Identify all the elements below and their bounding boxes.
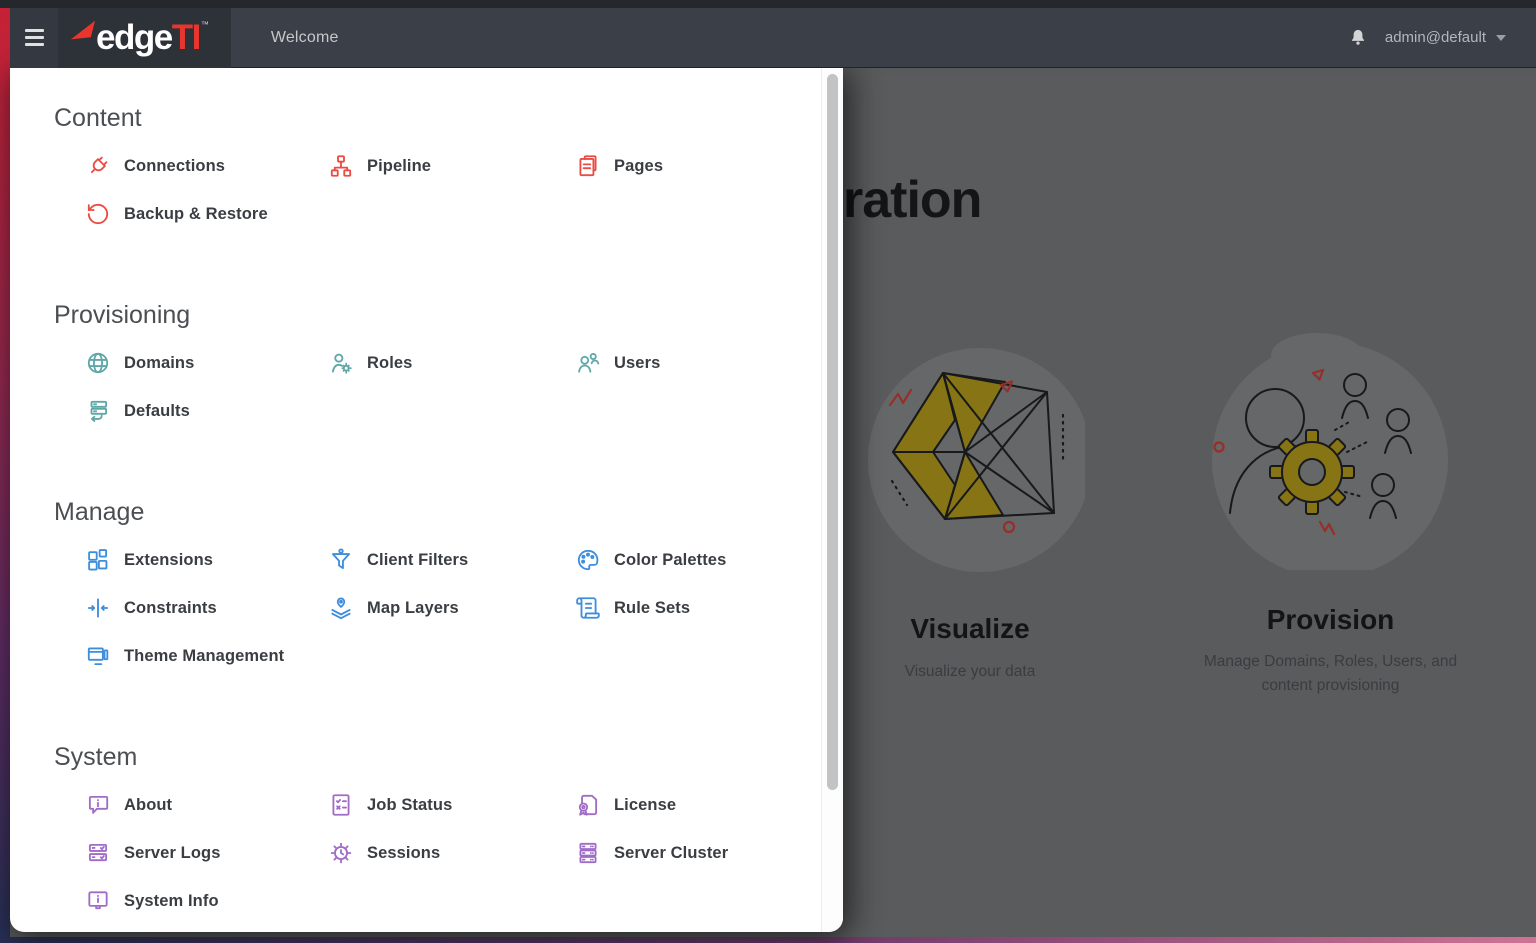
menu-item-extensions[interactable]: Extensions (85, 545, 328, 575)
menu-item-rule-sets[interactable]: Rule Sets (575, 593, 819, 623)
scroll-icon (575, 595, 601, 621)
menu-item-license[interactable]: License (575, 790, 819, 820)
funnel-user-icon (328, 547, 354, 573)
section-title-manage: Manage (54, 498, 145, 526)
drawer-scrollbar-track (821, 68, 843, 932)
constraints-icon (85, 595, 111, 621)
menu-item-roles[interactable]: Roles (328, 348, 575, 378)
card-subtitle-visualize: Visualize your data (904, 663, 1036, 680)
menu-item-theme-management[interactable]: Theme Management (85, 641, 328, 671)
menu-item-about[interactable]: About (85, 790, 328, 820)
map-layers-icon (328, 595, 354, 621)
menu-item-constraints[interactable]: Constraints (85, 593, 328, 623)
server-restore-icon (85, 398, 111, 424)
bottom-gradient-bar (0, 937, 1536, 943)
section-title-provisioning: Provisioning (54, 301, 191, 329)
menu-item-sessions[interactable]: Sessions (328, 838, 575, 868)
navigation-drawer: Content Connections Pipeline Pages Backu… (10, 68, 843, 932)
users-icon (575, 350, 601, 376)
username: admin@default (1384, 29, 1486, 46)
section-system: System About Job Status License Server L… (54, 742, 819, 916)
user-menu[interactable]: admin@default (1385, 29, 1506, 46)
chevron-down-icon (1496, 34, 1506, 41)
brand-triangle-icon (70, 20, 96, 39)
menu-item-server-cluster[interactable]: Server Cluster (575, 838, 819, 868)
notifications-button[interactable] (1347, 26, 1369, 50)
card-subtitle-provision: Manage Domains, Roles, Users, and conten… (1203, 653, 1458, 694)
server-check-icon (85, 840, 111, 866)
brand-logo[interactable]: edge TI ™ (58, 7, 231, 68)
server-stack-icon (575, 840, 601, 866)
menu-item-system-info[interactable]: System Info (85, 886, 328, 916)
menu-item-color-palettes[interactable]: Color Palettes (575, 545, 819, 575)
hamburger-icon[interactable] (10, 7, 58, 68)
certificate-icon (575, 792, 601, 818)
pages-icon (575, 153, 601, 179)
brand-word: edge (96, 17, 173, 57)
menu-item-pages[interactable]: Pages (575, 151, 819, 181)
page-label: Welcome (270, 28, 339, 46)
section-title-content: Content (54, 104, 142, 132)
restore-arrow-icon (85, 201, 111, 227)
user-gear-icon (328, 350, 354, 376)
blocks-icon (85, 547, 111, 573)
menu-item-job-status[interactable]: Job Status (328, 790, 575, 820)
visualize-illustration (868, 348, 1085, 572)
plug-icon (85, 153, 111, 179)
menu-item-domains[interactable]: Domains (85, 348, 328, 378)
theme-windows-icon (85, 643, 111, 669)
drawer-scrollbar-thumb[interactable] (827, 74, 838, 790)
menu-item-connections[interactable]: Connections (85, 151, 328, 181)
top-bar: edge TI ™ Welcome admin@default (0, 0, 1536, 68)
section-manage: Manage Extensions Client Filters Color P… (54, 497, 819, 671)
card-title-provision: Provision (1266, 604, 1395, 635)
menu-item-map-layers[interactable]: Map Layers (328, 593, 575, 623)
card-title-visualize: Visualize (910, 613, 1030, 644)
background-sidebar-edge (0, 8, 10, 937)
monitor-info-icon (85, 888, 111, 914)
globe-icon (85, 350, 111, 376)
section-title-system: System (54, 743, 138, 771)
bell-icon (1351, 29, 1364, 45)
menu-item-client-filters[interactable]: Client Filters (328, 545, 575, 575)
section-provisioning: Provisioning Domains Roles Users Default… (54, 300, 819, 426)
speech-info-icon (85, 792, 111, 818)
app-root: ration Visualize Visualize your data Pro… (0, 0, 1536, 943)
page-title-fragment: ration (843, 171, 982, 229)
brand-accent: TI (171, 17, 202, 57)
org-chart-icon (328, 153, 354, 179)
brand-trademark: ™ (200, 20, 209, 29)
menu-item-pipeline[interactable]: Pipeline (328, 151, 575, 181)
menu-item-defaults[interactable]: Defaults (85, 396, 328, 426)
menu-item-server-logs[interactable]: Server Logs (85, 838, 328, 868)
menu-item-users[interactable]: Users (575, 348, 819, 378)
provision-illustration (1212, 333, 1448, 570)
task-list-icon (328, 792, 354, 818)
gear-clock-icon (328, 840, 354, 866)
section-content: Content Connections Pipeline Pages Backu… (54, 103, 819, 229)
menu-item-backup-restore[interactable]: Backup & Restore (85, 199, 328, 229)
palette-icon (575, 547, 601, 573)
